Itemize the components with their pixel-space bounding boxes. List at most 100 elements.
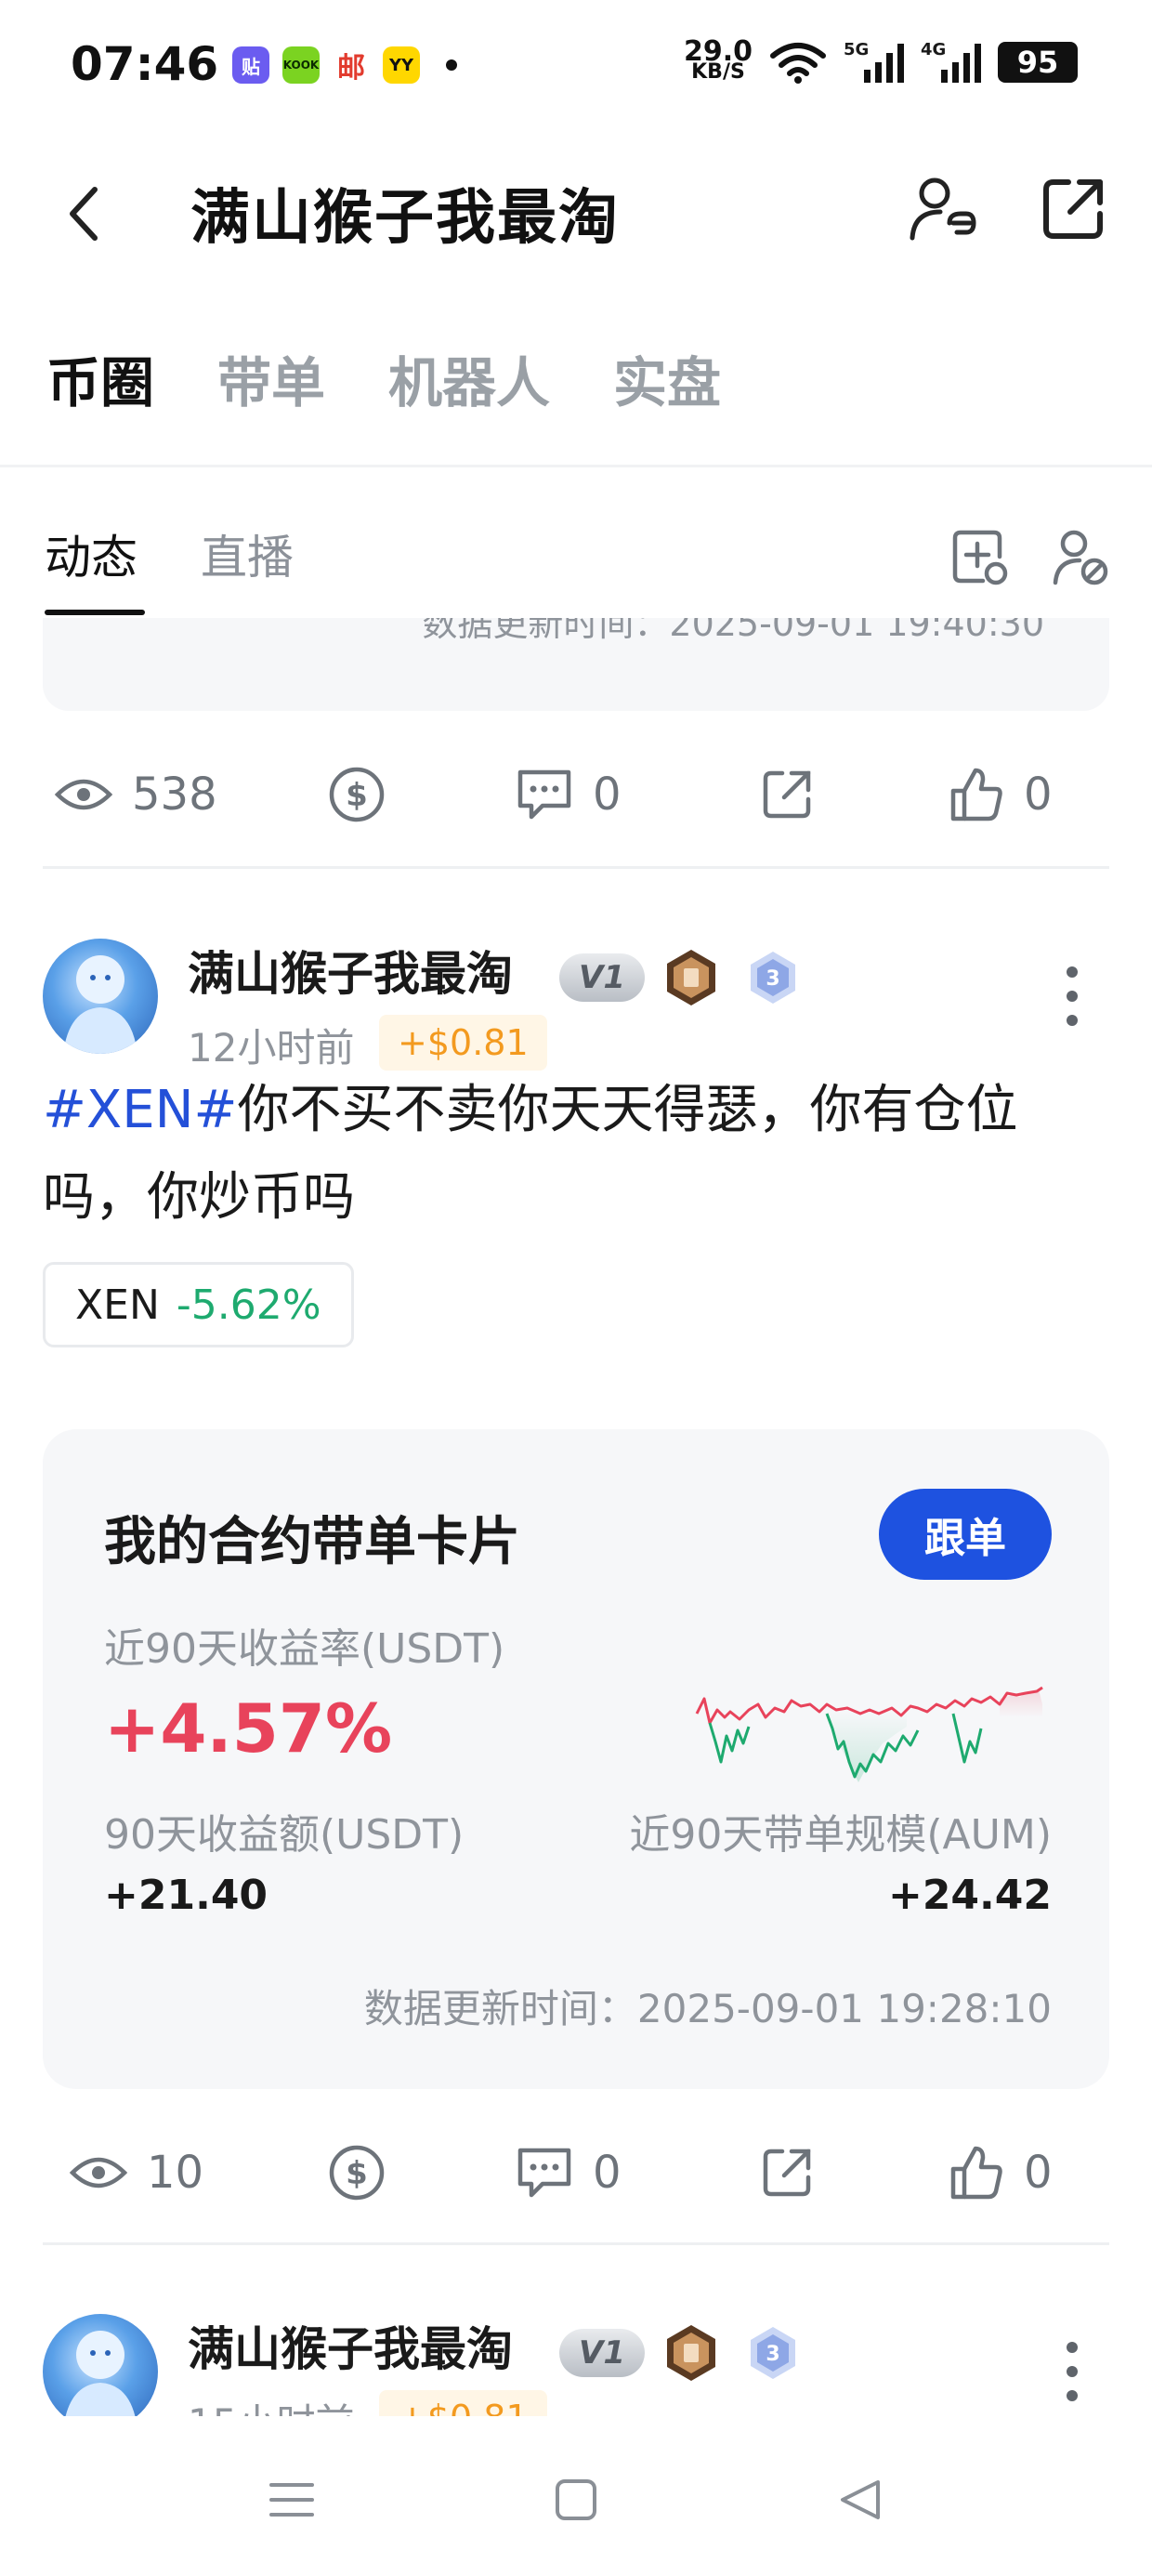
post-content[interactable]: #XEN#你不买不卖你天天得瑟，你有仓位吗，你炒币吗 — [43, 1067, 1111, 1242]
tab-live[interactable]: 直播 — [201, 520, 294, 615]
main-tabs: 币圈 带单 机器人 实盘 — [46, 339, 721, 417]
comment-icon — [517, 769, 571, 820]
chevron-left-icon — [70, 187, 98, 241]
eye-icon — [69, 2157, 128, 2188]
tab-live-account[interactable]: 实盘 — [613, 339, 721, 417]
pnl-label: 90天收益额(USDT) — [104, 1811, 465, 1859]
tip-button[interactable]: $ — [327, 2131, 386, 2215]
sub-tabs: 动态 直播 — [45, 520, 294, 615]
post-username[interactable]: 满山猴子我最淘 — [188, 2312, 513, 2379]
views-counter: 538 — [54, 753, 217, 836]
status-bar: 07:46 贴 KOOK 邮 YY 29.0 KB/S 5G 4G 95 — [0, 0, 1152, 135]
user-edit-icon — [1053, 530, 1108, 585]
post-divider — [43, 866, 1109, 869]
tab-coin-circle[interactable]: 币圈 — [46, 339, 154, 417]
home-button[interactable] — [539, 2463, 613, 2537]
coin-tag[interactable]: XEN -5.62% — [43, 1262, 354, 1347]
tip-button[interactable]: $ — [327, 753, 386, 836]
share-icon — [763, 2149, 811, 2197]
trader-medal-icon — [667, 950, 715, 1005]
views-count: 10 — [147, 2147, 204, 2199]
user-manage-icon — [910, 177, 976, 241]
page-title: 满山猴子我最淘 — [190, 184, 620, 253]
comment-button[interactable]: 0 — [515, 2131, 622, 2215]
kook-app-icon: KOOK — [282, 46, 320, 84]
back-triangle-icon — [841, 2480, 880, 2519]
menu-icon — [269, 2483, 314, 2517]
post-time: 15小时前 — [188, 2392, 354, 2416]
thumbs-up-icon — [950, 768, 1002, 821]
coin-change: -5.62% — [176, 1281, 321, 1329]
tab-bots[interactable]: 机器人 — [388, 339, 550, 417]
more-notifications-dot — [446, 59, 457, 71]
tieba-app-icon: 贴 — [232, 46, 269, 84]
post-stats-row: 10 $ 0 0 — [43, 2131, 1109, 2215]
dollar-coin-icon: $ — [329, 767, 385, 822]
svg-text:3: 3 — [766, 967, 779, 991]
earnings-badge: +$0.81 — [379, 2390, 547, 2416]
feed-list[interactable]: 数据更新时间：2025-09-01 19:40:30 538 $ 0 0 满山猴… — [0, 618, 1152, 2416]
copy-trading-card[interactable]: 我的合约带单卡片 跟单 近90天收益率(USDT) +4.57% 90天收益额(… — [43, 1429, 1109, 2089]
share-button[interactable] — [1036, 172, 1110, 246]
card-title: 我的合约带单卡片 — [104, 1512, 520, 1572]
like-count: 0 — [1024, 2147, 1053, 2199]
previous-card-updated: 数据更新时间：2025-09-01 19:40:30 — [422, 618, 1044, 644]
page-header: 满山猴子我最淘 — [0, 135, 1152, 288]
post-more-button[interactable] — [1054, 2334, 1091, 2409]
post-username[interactable]: 满山猴子我最淘 — [188, 937, 513, 1004]
thumbs-up-icon — [950, 2146, 1002, 2200]
share-post-button[interactable] — [760, 753, 814, 836]
user-settings-button[interactable] — [1048, 525, 1113, 590]
roi-label: 近90天收益率(USDT) — [104, 1625, 505, 1673]
post-hashtag[interactable]: #XEN# — [43, 1080, 237, 1140]
views-counter: 10 — [69, 2131, 203, 2215]
post-more-button[interactable] — [1054, 959, 1091, 1033]
svg-text:$: $ — [346, 2155, 368, 2192]
recent-apps-button[interactable] — [255, 2463, 329, 2537]
eye-icon — [54, 779, 113, 810]
status-app-icons: 贴 KOOK 邮 YY — [232, 46, 457, 85]
back-nav-button[interactable] — [823, 2463, 897, 2537]
status-indicators: 29.0 KB/S 5G 4G 95 — [683, 35, 1078, 84]
avatar[interactable] — [43, 2314, 158, 2416]
trader-medal-icon — [667, 2325, 715, 2381]
tabs-divider — [0, 465, 1152, 467]
follow-button[interactable]: 跟单 — [879, 1489, 1052, 1580]
rank-badge-icon: 3 — [751, 952, 795, 1004]
post-time: 12小时前 — [188, 1025, 355, 1071]
comment-count: 0 — [593, 769, 622, 821]
like-button[interactable]: 0 — [948, 2131, 1053, 2215]
coin-symbol: XEN — [75, 1281, 160, 1329]
card-updated-time: 数据更新时间：2025-09-01 19:28:10 — [363, 1986, 1052, 2031]
post-stats-row: 538 $ 0 0 — [43, 753, 1109, 836]
vip-level-badge: V1 — [559, 2329, 645, 2377]
system-nav-bar — [0, 2416, 1152, 2576]
share-post-button[interactable] — [760, 2131, 814, 2215]
add-post-icon — [952, 530, 1008, 585]
back-button[interactable] — [56, 181, 111, 246]
svg-text:$: $ — [346, 777, 368, 814]
network-speed: 29.0 KB/S — [683, 35, 753, 84]
yy-app-icon: YY — [383, 46, 420, 84]
share-out-icon — [1043, 179, 1103, 239]
comment-icon — [517, 2148, 571, 2198]
home-square-icon — [556, 2479, 596, 2520]
comment-button[interactable]: 0 — [515, 753, 622, 836]
svg-text:3: 3 — [766, 2343, 779, 2366]
share-icon — [763, 770, 811, 819]
tab-copy-trading[interactable]: 带单 — [217, 339, 325, 417]
like-button[interactable]: 0 — [948, 753, 1053, 836]
rank-badge-icon: 3 — [751, 2327, 795, 2379]
new-post-button[interactable] — [948, 525, 1013, 590]
earnings-badge: +$0.81 — [379, 1015, 547, 1071]
signal-5g-icon: 5G — [844, 40, 904, 83]
avatar[interactable] — [43, 939, 158, 1054]
post-divider — [43, 2242, 1109, 2245]
avatar-image — [63, 955, 137, 1054]
tab-feed[interactable]: 动态 — [45, 520, 145, 615]
wifi-icon — [770, 43, 826, 84]
dollar-coin-icon: $ — [329, 2145, 385, 2201]
pnl-value: +21.40 — [104, 1872, 268, 1919]
previous-copy-card: 数据更新时间：2025-09-01 19:40:30 — [43, 618, 1109, 711]
user-manage-button[interactable] — [906, 172, 980, 246]
